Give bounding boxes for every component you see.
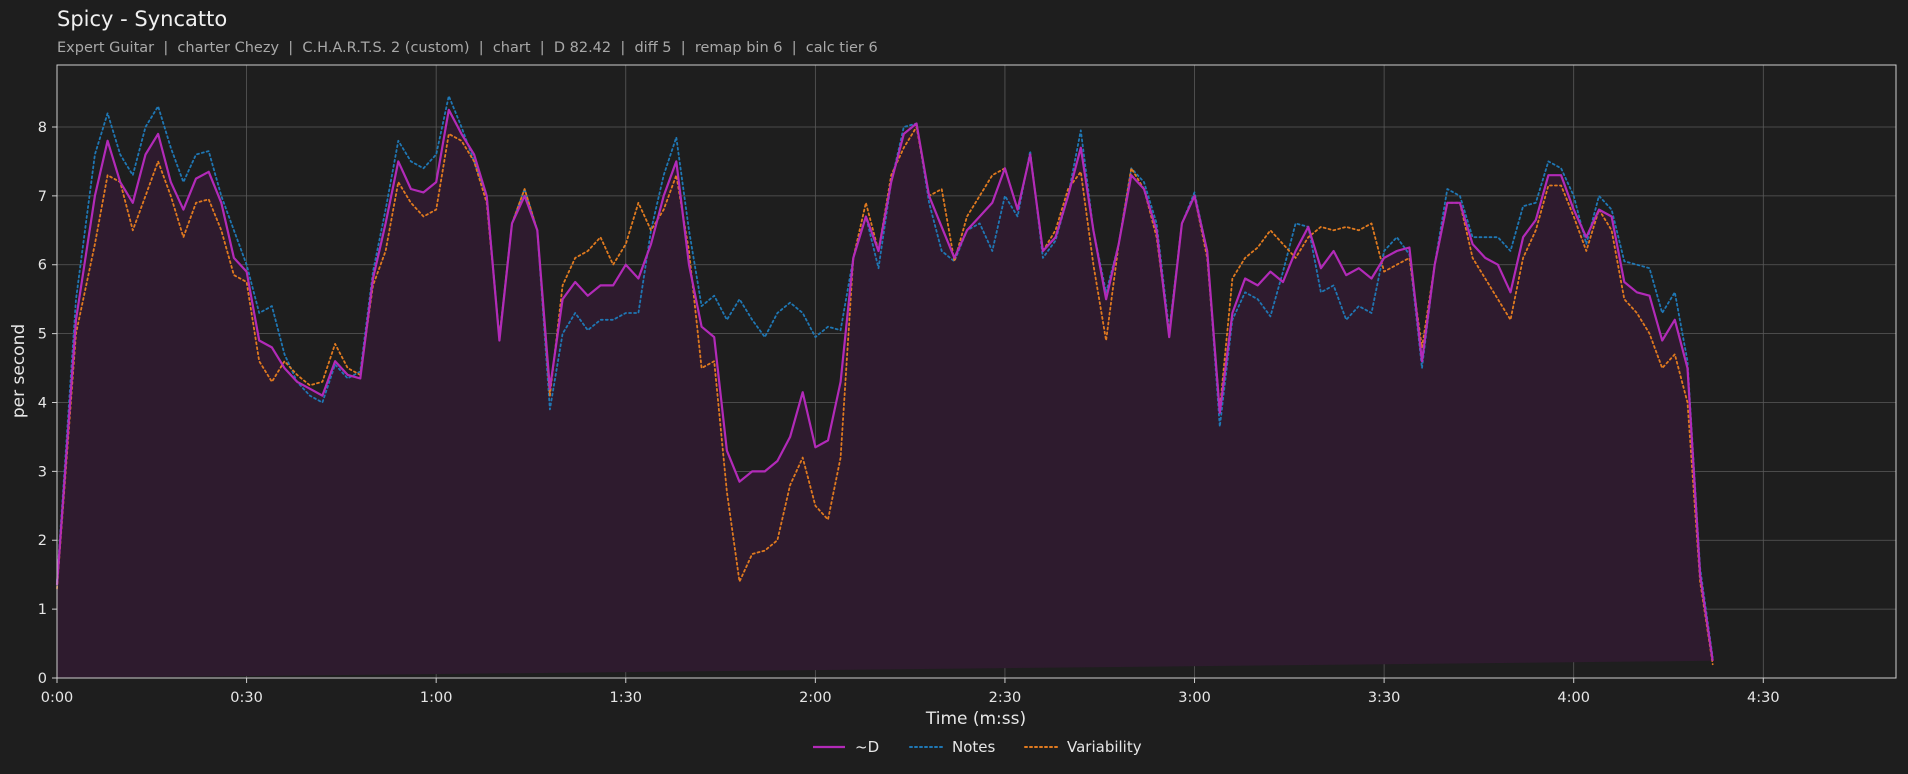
x-tick-label: 1:00 — [420, 690, 453, 706]
fill-layer — [57, 109, 1713, 679]
chart-canvas: 0:00 0:30 1:00 1:30 2:00 2:30 3:00 3:30 4:00 4:30… — [9, 64, 1897, 756]
x-tick-label: 4:00 — [1557, 690, 1590, 706]
x-tick-label: 3:30 — [1368, 690, 1401, 706]
x-axis: 0:00 0:30 1:00 1:30 2:00 2:30 3:00 3:30 4:00 4:30 — [41, 678, 1780, 706]
y-axis-title: per second — [9, 324, 29, 418]
y-tick-label: 2 — [38, 533, 47, 549]
x-tick-label: 2:30 — [989, 690, 1022, 706]
y-tick-label: 3 — [38, 464, 47, 480]
legend-label: Notes — [952, 738, 996, 756]
x-tick-label: 1:30 — [609, 690, 642, 706]
legend-label: Variability — [1067, 738, 1142, 756]
series-fill-area — [57, 109, 1713, 679]
legend: ~D Notes Variability — [813, 738, 1142, 756]
x-tick-label: 3:00 — [1178, 690, 1211, 706]
x-axis-title: Time (m:ss) — [925, 709, 1026, 729]
y-tick-label: 4 — [38, 395, 47, 411]
x-tick-label: 0:00 — [41, 690, 74, 706]
x-tick-label: 4:30 — [1747, 690, 1780, 706]
y-tick-label: 1 — [38, 602, 47, 618]
x-tick-label: 2:00 — [799, 690, 832, 706]
y-tick-label: 5 — [38, 327, 47, 343]
x-tick-label: 0:30 — [230, 690, 263, 706]
legend-label: ~D — [855, 738, 879, 756]
y-tick-label: 7 — [38, 189, 47, 205]
y-axis: 0 1 2 3 4 5 6 7 8 — [38, 120, 57, 687]
y-tick-label: 8 — [38, 120, 47, 136]
y-tick-label: 6 — [38, 258, 47, 274]
y-tick-label: 0 — [38, 671, 47, 687]
